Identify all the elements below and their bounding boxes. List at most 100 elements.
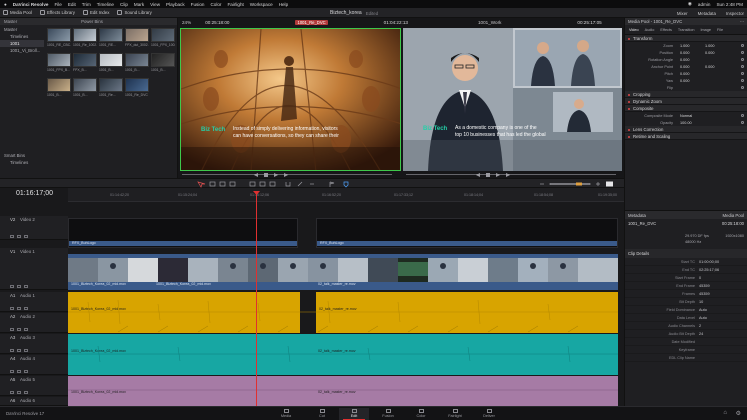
app-menu[interactable]: DaVinci Resolve <box>13 2 49 7</box>
lock-icon[interactable] <box>10 307 14 310</box>
menu-color[interactable]: Color <box>210 2 221 7</box>
tab-audio[interactable]: Audio <box>645 28 655 32</box>
timeline-next-icon[interactable] <box>506 173 510 177</box>
menu-help[interactable]: Help <box>279 2 288 7</box>
tab-image[interactable]: Image <box>700 28 711 32</box>
property-value[interactable]: 0.000 <box>705 65 715 69</box>
property-value[interactable]: 0.000 <box>680 72 690 76</box>
section-lens-correction[interactable]: Lens Correction <box>625 126 747 133</box>
property-row[interactable]: Anchor Point 0.000 0.000 <box>625 63 747 70</box>
clip-thumbnail[interactable]: 1001_B... <box>125 53 149 73</box>
property-row[interactable]: Pitch 0.000 <box>625 70 747 77</box>
lock-icon[interactable] <box>10 391 14 394</box>
property-value[interactable]: 0.000 <box>680 58 690 62</box>
page-edit[interactable]: Edit <box>339 408 369 420</box>
solo-icon[interactable] <box>24 370 28 373</box>
clip-thumbnail[interactable]: 1001_B... <box>47 78 71 98</box>
track-header-a5[interactable]: A5 Audio 5 <box>0 376 68 396</box>
marker-icon[interactable] <box>343 181 349 188</box>
keyframe-icon[interactable] <box>741 114 744 117</box>
home-icon[interactable]: ⌂ <box>723 410 727 416</box>
edit-index-toggle[interactable]: Edit Index <box>82 10 109 15</box>
timeline-name[interactable]: 1001_Work <box>478 20 501 25</box>
sound-library-toggle[interactable]: Sound Library <box>117 10 152 15</box>
section-transform[interactable]: Transform <box>625 35 747 42</box>
source-stop-icon[interactable] <box>264 173 268 177</box>
lock-icon[interactable] <box>10 285 14 288</box>
overwrite-clip-icon[interactable] <box>259 181 266 187</box>
timeline-play-reverse-icon[interactable] <box>476 173 480 177</box>
keyframe-icon[interactable] <box>741 51 744 54</box>
property-row[interactable]: Zoom 1.000 1.000 <box>625 42 747 49</box>
page-media[interactable]: Media <box>271 408 301 420</box>
settings-icon[interactable]: ⚙ <box>736 410 741 417</box>
source-play-icon[interactable] <box>274 173 278 177</box>
menu-timeline[interactable]: Timeline <box>97 2 114 7</box>
blade-tool-icon[interactable] <box>229 181 236 187</box>
track-header-a6[interactable]: A6 Audio 6 <box>0 397 68 406</box>
apple-icon[interactable]: ● <box>4 2 7 7</box>
bin-broll[interactable]: 1001_Vi_Broll... <box>0 47 44 54</box>
track-header-a2[interactable]: A2 Audio 2 <box>0 313 68 333</box>
keyframe-icon[interactable] <box>741 86 744 89</box>
keyframe-icon[interactable] <box>741 72 744 75</box>
section-retime-scaling[interactable]: Retime and Scaling <box>625 133 747 140</box>
menu-fairlight[interactable]: Fairlight <box>227 2 243 7</box>
page-color[interactable]: Color <box>406 408 436 420</box>
property-value[interactable]: 0.000 <box>680 51 690 55</box>
property-value[interactable]: 0.000 <box>680 65 690 69</box>
property-value[interactable]: 1.000 <box>705 44 715 48</box>
timeline-play-icon[interactable] <box>496 173 500 177</box>
clip-thumbnail[interactable]: 1001_FPX_1002... <box>151 28 175 48</box>
property-value[interactable]: 100.00 <box>680 121 692 125</box>
tab-transition[interactable]: Transition <box>678 28 695 32</box>
source-play-reverse-icon[interactable] <box>254 173 258 177</box>
clip-thumbnail[interactable]: 1001_B... <box>151 53 175 73</box>
clip-thumbnail[interactable]: 1001_RE... <box>99 28 123 48</box>
insert-clip-icon[interactable] <box>249 181 256 187</box>
menu-mark[interactable]: Mark <box>134 2 144 7</box>
track-header-v2[interactable]: V2 Video 2 <box>0 216 68 240</box>
lock-icon[interactable] <box>10 235 14 238</box>
media-pool-toggle[interactable]: Media Pool <box>3 10 32 15</box>
keyframe-icon[interactable] <box>741 44 744 47</box>
lock-icon[interactable] <box>10 349 14 352</box>
clip-thumbnail[interactable]: FPX_B... <box>73 53 97 73</box>
menu-edit[interactable]: Edit <box>68 2 76 7</box>
replace-clip-icon[interactable] <box>269 181 276 187</box>
clip-details-section[interactable]: Clip Details <box>625 249 747 258</box>
track-header-a1[interactable]: A1 Audio 1 <box>0 292 68 312</box>
page-fairlight[interactable]: Fairlight <box>440 408 470 420</box>
menu-playback[interactable]: Playback <box>166 2 185 7</box>
source-loop-icon[interactable] <box>284 173 288 177</box>
bin-header-power[interactable]: Power Bins <box>81 19 103 24</box>
snapping-icon[interactable] <box>285 182 291 187</box>
effects-library-toggle[interactable]: Effects Library <box>39 10 75 15</box>
solo-icon[interactable] <box>24 307 28 310</box>
mute-icon[interactable] <box>17 307 21 310</box>
mute-icon[interactable] <box>17 391 21 394</box>
page-cut[interactable]: Cut <box>307 408 337 420</box>
property-row[interactable]: Rotation Angle 0.000 <box>625 56 747 63</box>
clip-thumbnail[interactable]: 1001_RE_CBC... <box>47 28 71 48</box>
timeline-clip[interactable]: RFX_BuhLogo <box>68 218 298 248</box>
menu-view[interactable]: View <box>150 2 160 7</box>
solo-icon[interactable] <box>24 328 28 331</box>
menu-clip[interactable]: Clip <box>120 2 128 7</box>
timeline-stop-icon[interactable] <box>486 173 490 177</box>
property-row[interactable]: Position 0.000 0.000 <box>625 49 747 56</box>
trim-tool-icon[interactable] <box>209 181 216 187</box>
clip-thumbnail[interactable]: 1001_Re... <box>99 78 123 98</box>
menu-trim[interactable]: Trim <box>82 2 91 7</box>
smart-bin-timelines[interactable]: Timelines <box>0 159 44 166</box>
property-row[interactable]: Composite Mode Normal <box>625 112 747 119</box>
source-zoom[interactable]: 24% <box>182 20 191 25</box>
zoom-slider[interactable] <box>549 183 591 185</box>
timeline-clip[interactable]: RFX_BuhLogo <box>316 218 618 248</box>
keyframe-icon[interactable] <box>741 65 744 68</box>
mute-icon[interactable] <box>17 328 21 331</box>
menu-workspace[interactable]: Workspace <box>250 2 273 7</box>
property-row[interactable]: Flip <box>625 84 747 91</box>
property-value[interactable]: 0.000 <box>680 79 690 83</box>
clip-thumbnail[interactable]: 1001_Re_1002... <box>73 28 97 48</box>
